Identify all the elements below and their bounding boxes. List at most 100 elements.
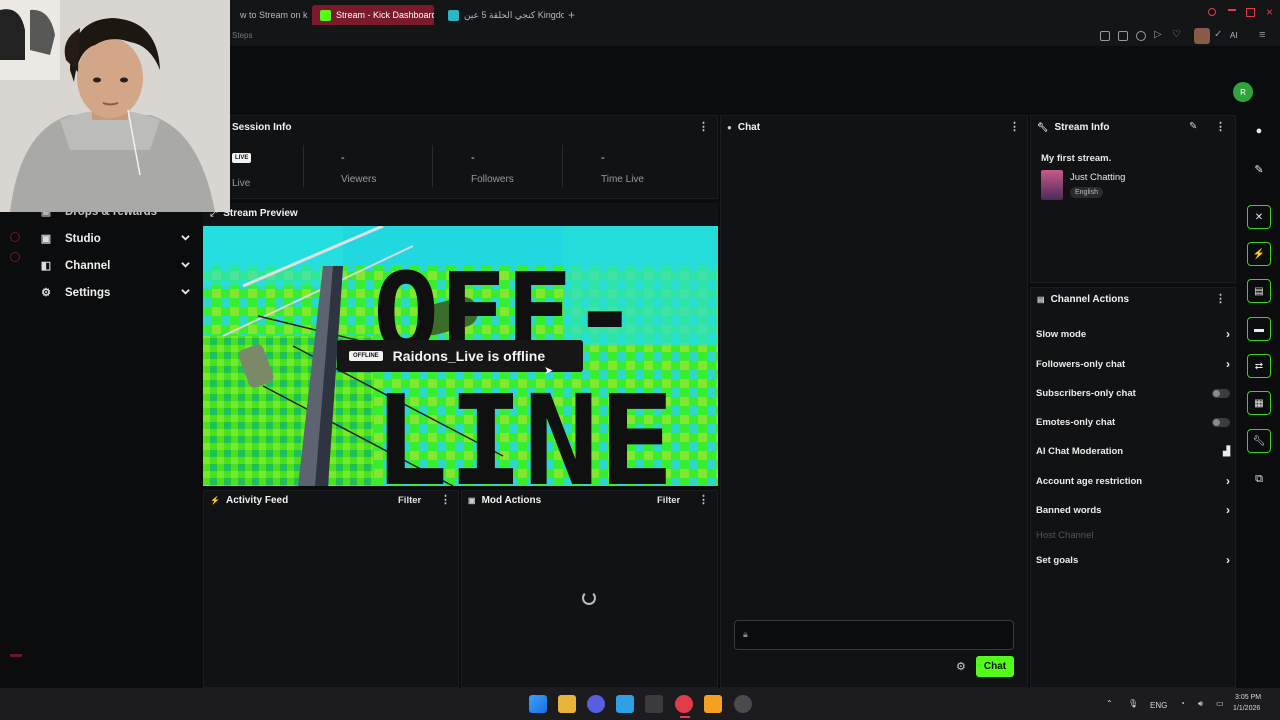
activity-widget-icon[interactable]: ⚡: [1247, 242, 1271, 266]
stream-info-menu-button[interactable]: ⋮: [1215, 120, 1226, 133]
menu-icon[interactable]: ≡: [1259, 29, 1265, 41]
stream-preview-label: Stream Preview: [223, 208, 298, 219]
wrench-icon: 🔧︎: [1037, 122, 1049, 132]
start-menu-icon[interactable]: [529, 695, 547, 713]
activity-filter-button[interactable]: Filter: [398, 495, 421, 506]
mouse-cursor-icon: ➤: [544, 365, 554, 377]
action-label: AI Chat Moderation: [1036, 445, 1124, 457]
chevron-down-icon: [181, 262, 190, 268]
stat-divider: [562, 145, 563, 187]
set-goals-row[interactable]: Set goals ›: [1036, 551, 1230, 569]
mod-filter-button[interactable]: Filter: [657, 495, 680, 506]
stat-divider: [432, 145, 433, 187]
window-minimize-icon[interactable]: [1208, 8, 1216, 16]
session-info-menu-button[interactable]: ⋮: [698, 120, 709, 133]
raid-widget-icon[interactable]: ⇄: [1247, 354, 1271, 378]
rail-collapse-icon[interactable]: [10, 654, 22, 657]
clock-date[interactable]: 1/1/2026: [1233, 705, 1260, 712]
info-icon[interactable]: ●: [1250, 122, 1268, 140]
obs-icon[interactable]: [734, 695, 752, 713]
channel-icon: ◧: [40, 260, 52, 272]
language-indicator[interactable]: ENG: [1150, 701, 1167, 710]
profile-avatar[interactable]: [1194, 28, 1210, 44]
chat-bubble-icon: ●: [727, 123, 732, 132]
stream-title: My first stream.: [1041, 153, 1112, 164]
time-live-value: -: [601, 152, 605, 164]
tab-kingdom[interactable]: كنجي الحلقة 5 عين Kingdom: [440, 5, 564, 25]
stream-info-widget-icon[interactable]: 🔧︎: [1247, 429, 1271, 453]
chat-input[interactable]: 🔒︎: [734, 620, 1014, 650]
volume-icon[interactable]: 🔊︎: [1198, 699, 1203, 709]
battery-icon[interactable]: ▭: [1216, 699, 1224, 708]
chevron-right-icon: ›: [1226, 327, 1230, 341]
followers-label: Followers: [471, 174, 514, 185]
browser-icon[interactable]: [675, 695, 693, 713]
edit-stream-info-icon[interactable]: ✎: [1189, 121, 1197, 132]
telegram-icon[interactable]: [616, 695, 634, 713]
app-icon[interactable]: [645, 695, 663, 713]
mod-actions-widget-icon[interactable]: ▤: [1247, 279, 1271, 303]
offline-message: Raidons_Live is offline: [392, 348, 546, 364]
chat-settings-gear-icon[interactable]: ⚙: [956, 660, 966, 673]
rail-dot-icon[interactable]: [10, 252, 20, 262]
rail-dot-icon[interactable]: [10, 232, 20, 242]
followers-value: -: [471, 152, 475, 164]
discord-icon[interactable]: [587, 695, 605, 713]
chat-send-button[interactable]: Chat: [976, 656, 1014, 677]
emotes-only-toggle[interactable]: [1212, 417, 1230, 427]
clock-time[interactable]: 3:05 PM: [1235, 694, 1261, 701]
mod-actions-menu-button[interactable]: ⋮: [698, 493, 709, 506]
tab-how-to-stream[interactable]: w to Stream on k: [232, 5, 310, 25]
microphone-icon[interactable]: 🎙︎: [1128, 699, 1138, 708]
window-maximize-icon[interactable]: [1246, 8, 1255, 17]
shield-icon[interactable]: [1136, 31, 1146, 41]
site-favicon-icon: [448, 9, 459, 21]
cloud-app-icon[interactable]: [704, 695, 722, 713]
tab-label: كنجي الحلقة 5 عين Kingdom: [464, 9, 564, 20]
account-age-row[interactable]: Account age restriction ›: [1036, 472, 1230, 490]
lock-icon: 🔒︎: [743, 629, 748, 639]
heart-icon[interactable]: ♡: [1172, 29, 1181, 40]
session-info-widget-icon[interactable]: ✕: [1247, 205, 1271, 229]
shield-icon: ▣: [468, 496, 476, 505]
window-restore-icon[interactable]: [1228, 9, 1236, 11]
tab-kick-dashboard[interactable]: Stream - Kick Dashboard: [312, 5, 434, 25]
chat-panel: [720, 115, 1028, 688]
add-widget-icon[interactable]: ⧉: [1250, 470, 1268, 488]
sidebar-item-label: Studio: [65, 233, 101, 245]
sidebar-item-settings[interactable]: ⚙ Settings: [40, 282, 190, 304]
ai-button[interactable]: AI: [1230, 31, 1238, 40]
subscribers-only-toggle[interactable]: [1212, 388, 1230, 398]
chat-title: ● Chat: [727, 122, 760, 133]
wifi-icon[interactable]: ◔: [1180, 699, 1185, 708]
action-label: Emotes-only chat: [1036, 416, 1116, 428]
chat-menu-button[interactable]: ⋮: [1009, 120, 1020, 133]
live-label: Live: [232, 178, 251, 189]
chevron-down-icon: [181, 235, 190, 241]
webcam-overlay: [0, 0, 230, 212]
pencil-icon[interactable]: ✎: [1250, 160, 1268, 178]
list-icon: ▤: [1037, 295, 1045, 304]
copy-icon[interactable]: [1118, 31, 1128, 41]
window-close-icon[interactable]: ×: [1266, 5, 1273, 19]
extensions-icon[interactable]: ✓: [1214, 29, 1222, 40]
tray-chevron-icon[interactable]: ⌃: [1106, 699, 1113, 708]
slow-mode-row[interactable]: Slow mode ›: [1036, 325, 1230, 343]
channel-actions-label: Channel Actions: [1050, 294, 1130, 305]
sidebar-item-channel[interactable]: ◧ Channel: [40, 255, 190, 277]
banned-words-row[interactable]: Banned words ›: [1036, 501, 1230, 519]
session-info-title: Session Info: [232, 122, 292, 133]
channel-actions-menu-button[interactable]: ⋮: [1215, 292, 1226, 305]
sidebar-item-studio[interactable]: ▣ Studio: [40, 228, 190, 250]
user-avatar[interactable]: R: [1233, 82, 1253, 102]
chat-widget-icon[interactable]: ▬: [1247, 317, 1271, 341]
activity-feed-menu-button[interactable]: ⋮: [440, 493, 451, 506]
channel-actions-widget-icon[interactable]: ▦: [1247, 391, 1271, 415]
live-badge: LIVE: [232, 153, 252, 163]
bookmark-icon[interactable]: [1100, 31, 1110, 41]
play-icon[interactable]: ▷: [1154, 29, 1162, 40]
ai-moderation-row[interactable]: AI Chat Moderation ▟: [1036, 442, 1230, 460]
followers-only-row[interactable]: Followers-only chat ›: [1036, 355, 1230, 373]
new-tab-button[interactable]: +: [568, 8, 575, 22]
file-explorer-icon[interactable]: [558, 695, 576, 713]
